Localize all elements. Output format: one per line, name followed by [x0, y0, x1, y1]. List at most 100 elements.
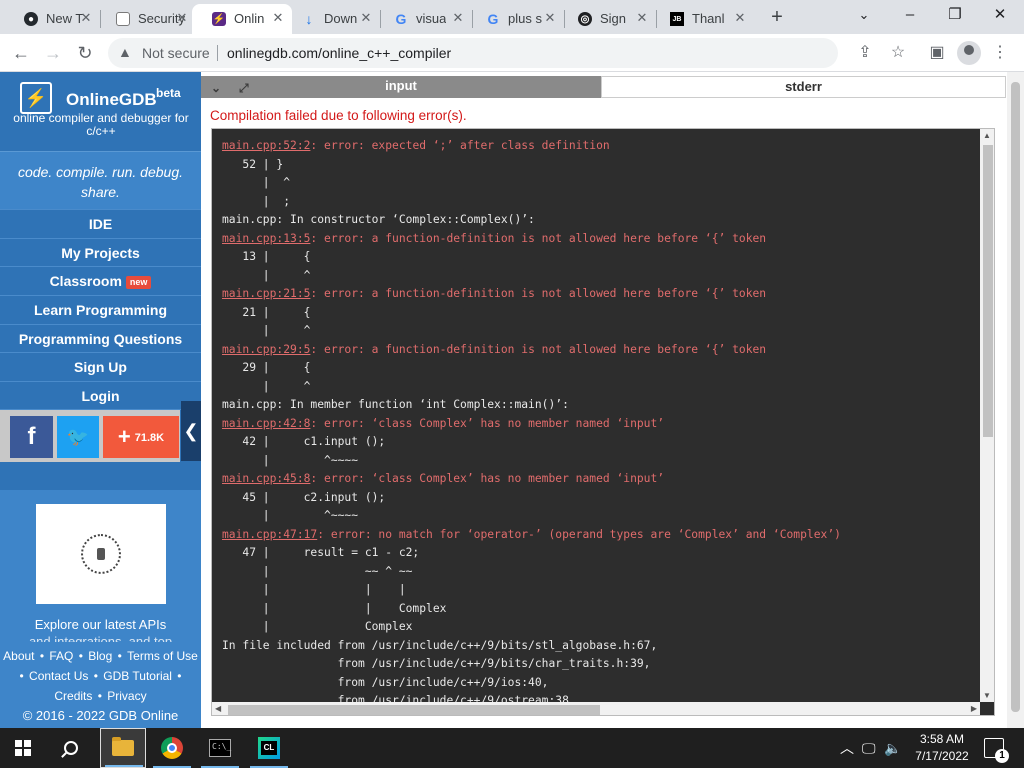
error-location-link[interactable]: main.cpp:21:5	[222, 287, 310, 300]
error-location-link[interactable]: main.cpp:13:5	[222, 232, 310, 245]
tab-close-icon[interactable]: ✕	[634, 10, 650, 26]
start-button[interactable]	[0, 728, 46, 768]
error-message: : error: expected ‘;’ after class defini…	[310, 139, 610, 152]
tab-close-icon[interactable]: ✕	[732, 10, 748, 26]
side-panel-icon[interactable]: ▣	[925, 41, 949, 65]
clock-date: 7/17/2022	[915, 749, 969, 763]
ad-image[interactable]	[36, 504, 166, 604]
ad-text[interactable]: Explore our latest APIs and integrations…	[0, 616, 201, 642]
network-icon[interactable]: 🖵	[862, 728, 876, 768]
sidebar-item-my-projects[interactable]: My Projects	[0, 237, 201, 267]
tab-stderr[interactable]: stderr	[601, 76, 1006, 98]
browser-tab-4[interactable]: ↓ Down ✕	[282, 4, 380, 34]
sidebar-item-login[interactable]: Login	[0, 381, 201, 410]
tab-search-chevron-icon[interactable]: ⌄	[844, 4, 884, 28]
taskbar-command-prompt[interactable]: C:\_	[197, 728, 243, 768]
notification-center-icon[interactable]: 1	[984, 738, 1009, 763]
browser-tab-2[interactable]: Security e ✕	[96, 4, 196, 34]
more-share-button[interactable]: +71.8K	[103, 416, 179, 458]
taskbar-search-button[interactable]	[48, 728, 94, 768]
console-line: | | Complex	[222, 601, 447, 615]
menu-kebab-icon[interactable]: ⋮	[988, 41, 1012, 65]
warning-icon[interactable]: ▲	[118, 44, 132, 60]
scroll-up-arrow-icon[interactable]: ▲	[983, 131, 991, 140]
sidebar-item-ide[interactable]: IDE	[0, 209, 201, 238]
tab-input[interactable]: ⌄ ⤢ input	[201, 76, 601, 98]
expand-arrows-icon[interactable]: ⤢	[239, 78, 249, 98]
scroll-right-arrow-icon[interactable]: ▶	[971, 704, 977, 713]
console-horizontal-scrollbar[interactable]: ◀ ▶	[212, 702, 980, 715]
footer-link-blog[interactable]: Blog	[88, 649, 112, 663]
tray-chevron-up-icon[interactable]: ︿	[840, 728, 854, 768]
tab-close-icon[interactable]: ✕	[542, 10, 558, 26]
scroll-down-arrow-icon[interactable]: ▼	[983, 691, 991, 700]
ad-text-line2: and integrations, and top	[28, 634, 173, 642]
browser-tab-3-active[interactable]: ⚡ Onlin ✕	[192, 4, 292, 34]
browser-tab-8[interactable]: JB Thanl ✕	[650, 4, 754, 34]
share-icon[interactable]: ⇪	[853, 41, 877, 65]
page-scroll-thumb[interactable]	[1011, 82, 1020, 712]
onlinegdb-logo-icon[interactable]: ⚡	[20, 82, 52, 114]
footer-link-contact[interactable]: Contact Us	[29, 669, 88, 683]
tab-label: visua	[416, 11, 447, 26]
back-icon[interactable]: ←	[8, 40, 34, 66]
error-location-link[interactable]: main.cpp:52:2	[222, 139, 310, 152]
sidebar: ⚡ OnlineGDB beta online compiler and deb…	[0, 72, 201, 728]
scroll-left-arrow-icon[interactable]: ◀	[215, 704, 221, 713]
browser-tab-6[interactable]: G plus s ✕	[466, 4, 564, 34]
chevron-down-icon[interactable]: ⌄	[211, 78, 221, 98]
stderr-console[interactable]: main.cpp:52:2: error: expected ‘;’ after…	[211, 128, 995, 716]
console-vertical-scrollbar[interactable]: ▲ ▼	[980, 129, 994, 702]
footer-link-terms[interactable]: Terms of Use	[127, 649, 198, 663]
footer-link-credits[interactable]: Credits	[54, 689, 92, 703]
console-horizontal-scroll-thumb[interactable]	[228, 705, 600, 715]
system-clock[interactable]: 3:58 AM 7/17/2022	[906, 731, 978, 765]
browser-tab-7[interactable]: ◎ Sign ✕	[558, 4, 656, 34]
profile-avatar-icon[interactable]	[957, 41, 981, 65]
footer-link-privacy[interactable]: Privacy	[107, 689, 146, 703]
search-icon	[64, 741, 78, 755]
twitter-share-button[interactable]: 🐦	[57, 416, 99, 458]
sidebar-item-sign-up[interactable]: Sign Up	[0, 352, 201, 381]
url-text[interactable]: onlinegdb.com/online_c++_compiler	[227, 45, 451, 61]
facebook-share-button[interactable]: f	[10, 416, 53, 458]
brand-name[interactable]: OnlineGDB	[66, 90, 157, 110]
taskbar-clion[interactable]	[246, 728, 292, 768]
error-location-link[interactable]: main.cpp:42:8	[222, 417, 310, 430]
tab-close-icon[interactable]: ✕	[174, 10, 190, 26]
footer-link-faq[interactable]: FAQ	[49, 649, 73, 663]
omnibox[interactable]: ▲ Not secure onlinegdb.com/online_c++_co…	[108, 38, 838, 68]
volume-icon[interactable]: 🔈	[884, 728, 901, 768]
taskbar-file-explorer[interactable]	[100, 728, 146, 768]
forward-icon[interactable]: →	[40, 40, 66, 66]
tab-close-icon[interactable]: ✕	[78, 10, 94, 26]
error-location-link[interactable]: main.cpp:45:8	[222, 472, 310, 485]
console-output: main.cpp:52:2: error: expected ‘;’ after…	[222, 137, 841, 711]
sidebar-item-classroom[interactable]: Classroom new	[0, 266, 201, 295]
bookmark-star-icon[interactable]: ☆	[886, 41, 910, 65]
console-line: main.cpp:45:8: error: ‘class Complex’ ha…	[222, 470, 841, 489]
browser-tab-1[interactable]: ● New T ✕	[4, 4, 100, 34]
console-vertical-scroll-thumb[interactable]	[983, 145, 993, 437]
reload-icon[interactable]: ↻	[72, 40, 98, 66]
browser-tab-5[interactable]: G visua ✕	[374, 4, 472, 34]
minimize-button[interactable]: –	[890, 4, 930, 28]
sidebar-item-learn-programming[interactable]: Learn Programming	[0, 295, 201, 324]
collapse-share-chevron-icon[interactable]: ❮	[181, 401, 201, 461]
security-label[interactable]: Not secure	[142, 45, 210, 61]
tab-close-icon[interactable]: ✕	[358, 10, 374, 26]
menu-label: Sign Up	[74, 359, 127, 376]
taskbar-chrome[interactable]	[149, 728, 195, 768]
error-location-link[interactable]: main.cpp:47:17	[222, 528, 317, 541]
console-line: from /usr/include/c++/9/bits/char_traits…	[222, 657, 651, 670]
tab-close-icon[interactable]: ✕	[450, 10, 466, 26]
console-line: | ^	[222, 379, 311, 393]
restore-button[interactable]: ❐	[935, 4, 975, 28]
footer-link-gdb-tutorial[interactable]: GDB Tutorial	[103, 669, 172, 683]
new-tab-button[interactable]: +	[765, 6, 789, 30]
page-scrollbar[interactable]	[1007, 72, 1024, 728]
error-location-link[interactable]: main.cpp:29:5	[222, 343, 310, 356]
sidebar-item-programming-questions[interactable]: Programming Questions	[0, 323, 201, 353]
footer-link-about[interactable]: About	[3, 649, 34, 663]
close-window-button[interactable]: ✕	[980, 4, 1020, 28]
